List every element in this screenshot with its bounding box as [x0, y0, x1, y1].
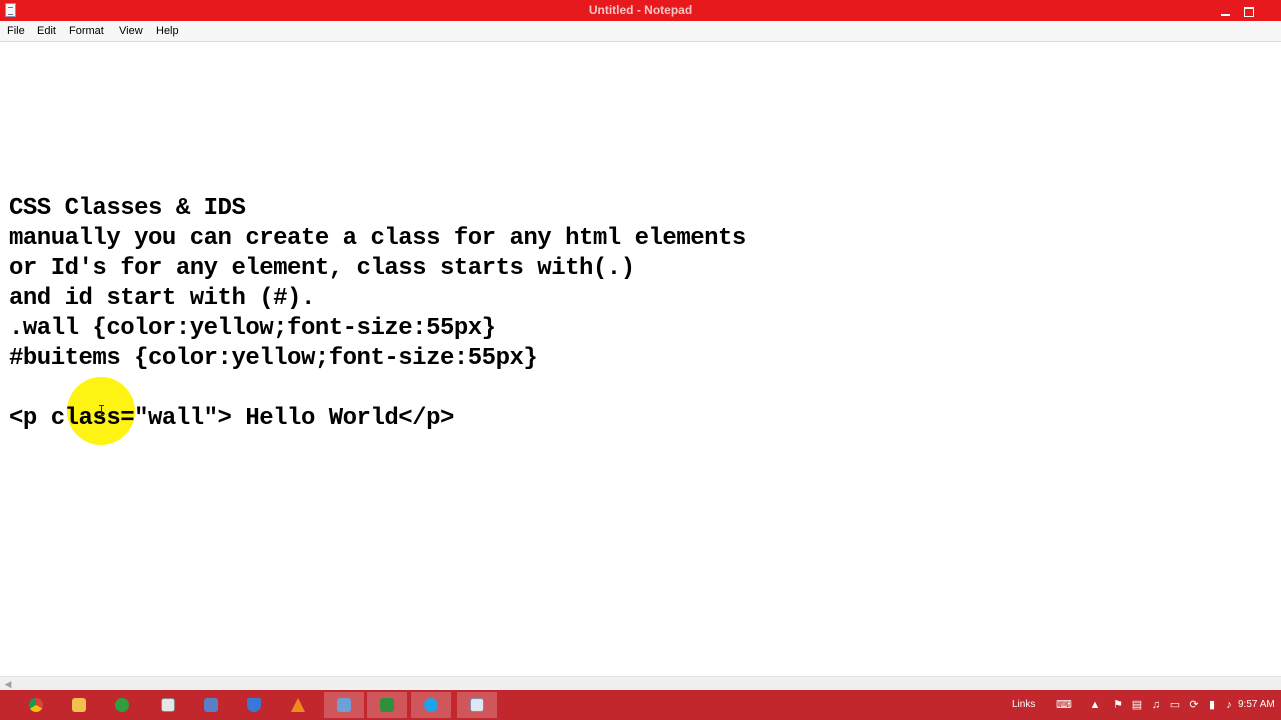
notepad-icon — [470, 698, 484, 712]
text-line: #buitems {color:yellow;font-size:55px} — [9, 345, 538, 372]
shield-app-icon — [247, 698, 261, 712]
vlc-icon — [291, 698, 305, 712]
taskbar-app[interactable] — [148, 692, 188, 718]
taskbar-app-active[interactable] — [411, 692, 451, 718]
menu-help[interactable]: Help — [156, 21, 179, 41]
minimize-icon — [1220, 13, 1230, 16]
folder-icon — [72, 698, 86, 712]
text-line: manually you can create a class for any … — [9, 225, 746, 252]
network-icon[interactable]: ▤ — [1130, 690, 1144, 720]
taskbar-app[interactable] — [191, 692, 231, 718]
skype-icon — [424, 698, 438, 712]
display-icon[interactable]: ▭ — [1168, 690, 1182, 720]
document-app-icon — [161, 698, 175, 712]
text-line: .wall {color:yellow;font-size:55px} — [9, 315, 496, 342]
text-line: CSS Classes & IDS — [9, 195, 246, 222]
text-line: or Id's for any element, class starts wi… — [9, 255, 635, 282]
title-bar: Untitled - Notepad — [0, 0, 1281, 21]
menu-format[interactable]: Format — [69, 21, 104, 41]
text-cursor-icon — [99, 405, 104, 416]
monitor-app-icon — [337, 698, 351, 712]
chevron-up-icon[interactable]: ▲ — [1089, 690, 1101, 720]
speaker-icon[interactable]: ♪ — [1222, 690, 1236, 720]
clock[interactable]: 9:57 AM — [1238, 690, 1275, 720]
menu-edit[interactable]: Edit — [37, 21, 56, 41]
green-app-icon — [115, 698, 129, 712]
taskbar-app-active[interactable] — [324, 692, 364, 718]
taskbar-app[interactable] — [16, 692, 56, 718]
sync-icon[interactable]: ⟳ — [1187, 690, 1201, 720]
battery-icon[interactable]: ▮ — [1205, 690, 1219, 720]
excel-icon — [380, 698, 394, 712]
menu-bar: File Edit Format View Help — [0, 21, 1281, 42]
taskbar-app-active[interactable] — [457, 692, 497, 718]
taskbar-app[interactable] — [278, 692, 318, 718]
scroll-left-icon[interactable]: ◀ — [3, 677, 13, 691]
chrome-icon — [29, 698, 43, 712]
text-line: <p class="wall"> Hello World</p> — [9, 405, 454, 432]
text-line: and id start with (#). — [9, 285, 315, 312]
taskbar-app[interactable] — [102, 692, 142, 718]
minimize-button[interactable] — [1212, 0, 1238, 21]
volume-icon[interactable]: ♫ — [1149, 690, 1163, 720]
horizontal-scrollbar[interactable]: ◀ — [0, 676, 1281, 691]
taskbar-app[interactable] — [234, 692, 274, 718]
taskbar-app[interactable] — [59, 692, 99, 718]
window-title: Untitled - Notepad — [588, 3, 693, 17]
virtualbox-icon — [204, 698, 218, 712]
flag-icon[interactable]: ⚑ — [1111, 690, 1125, 720]
menu-file[interactable]: File — [7, 21, 25, 41]
maximize-button[interactable] — [1236, 0, 1262, 21]
keyboard-icon[interactable]: ⌨ — [1055, 690, 1073, 720]
menu-view[interactable]: View — [119, 21, 143, 41]
links-toolbar[interactable]: Links — [1012, 690, 1035, 720]
taskbar-app-active[interactable] — [367, 692, 407, 718]
taskbar: Links ⌨ ▲ ⚑ ▤ ♫ ▭ ⟳ ▮ ♪ 9:57 AM — [0, 690, 1281, 720]
maximize-icon — [1244, 6, 1254, 17]
